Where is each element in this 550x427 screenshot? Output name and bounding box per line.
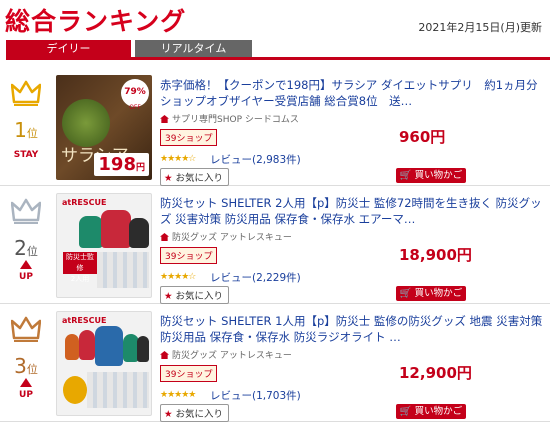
rank-movement: UP (19, 272, 33, 282)
39shop-badge: 39ショップ (160, 129, 218, 146)
product-image[interactable]: サラシア 79% OFF 198円 (56, 75, 152, 180)
rank-movement: STAY (13, 150, 39, 160)
rank-movement: UP (19, 390, 33, 400)
up-arrow-icon (20, 260, 32, 269)
star-icon: ★ (164, 409, 173, 420)
product-title-link[interactable]: 防災セット SHELTER 2人用【p】防災士 監修72時間を生き抜く 防災グッ… (160, 195, 545, 227)
add-to-cart-button[interactable]: 🛒 買い物かご (396, 404, 466, 419)
gold-crown-icon (11, 80, 41, 106)
tab-bar: デイリー リアルタイム (6, 40, 550, 60)
product-title-link[interactable]: 防災セット SHELTER 1人用【p】防災士 監修の防災グッズ 地震 災害対策… (160, 313, 545, 345)
bronze-crown-icon (11, 316, 41, 342)
ranking-item: 3位 UP atRESCUE 防災セット SHELTER 1人用【p】防災士 監… (0, 306, 550, 422)
review-link[interactable]: レビュー(2,983件) (210, 152, 301, 167)
rank-number: 2位 (14, 236, 38, 260)
shop-name[interactable]: サプリ専門SHOP シードコムス (160, 112, 299, 125)
price: 12,900円 (399, 364, 472, 382)
rank-number: 1位 (14, 118, 38, 142)
favorite-button[interactable]: ★ お気に入り (160, 168, 230, 186)
shop-name[interactable]: 防災グッズ アットレスキュー (160, 348, 292, 361)
review-link[interactable]: レビュー(1,703件) (210, 388, 301, 403)
rating-stars: ★★★★☆ (160, 272, 196, 282)
rating-stars: ★★★★★ (160, 390, 196, 400)
ranking-item: 2位 UP atRESCUE 防災士監修 2人用 防災セット SHELTER 2人… (0, 188, 550, 304)
favorite-button[interactable]: ★ お気に入り (160, 404, 230, 422)
shop-icon (160, 115, 169, 123)
page-title: 総合ランキング (5, 7, 187, 36)
rating-stars: ★★★★☆ (160, 154, 196, 164)
add-to-cart-button[interactable]: 🛒 買い物かご (396, 286, 466, 301)
cart-icon: 🛒 (399, 406, 412, 417)
favorite-button[interactable]: ★ お気に入り (160, 286, 230, 304)
updated-date: 2021年2月15日(月)更新 (418, 21, 542, 34)
ranking-item: 1位 STAY サラシア 79% OFF 198円 赤字価格！【クーポンで198… (0, 70, 550, 186)
star-icon: ★ (164, 173, 173, 184)
up-arrow-icon (20, 378, 32, 387)
product-image[interactable]: atRESCUE (56, 311, 152, 416)
cart-icon: 🛒 (399, 170, 412, 181)
add-to-cart-button[interactable]: 🛒 買い物かご (396, 168, 466, 183)
rank-number: 3位 (14, 354, 38, 378)
tab-realtime[interactable]: リアルタイム (135, 40, 252, 57)
shop-icon (160, 351, 169, 359)
cart-icon: 🛒 (399, 288, 412, 299)
price: 960円 (399, 128, 446, 146)
star-icon: ★ (164, 291, 173, 302)
product-image[interactable]: atRESCUE 防災士監修 2人用 (56, 193, 152, 298)
product-title-link[interactable]: 赤字価格！【クーポンで198円】サラシア ダイエットサプリ 約1ヵ月分 ショップ… (160, 77, 545, 109)
shop-icon (160, 233, 169, 241)
39shop-badge: 39ショップ (160, 247, 218, 264)
39shop-badge: 39ショップ (160, 365, 218, 382)
price: 18,900円 (399, 246, 472, 264)
silver-crown-icon (11, 198, 41, 224)
tab-daily[interactable]: デイリー (6, 40, 131, 57)
shop-name[interactable]: 防災グッズ アットレスキュー (160, 230, 292, 243)
review-link[interactable]: レビュー(2,229件) (210, 270, 301, 285)
